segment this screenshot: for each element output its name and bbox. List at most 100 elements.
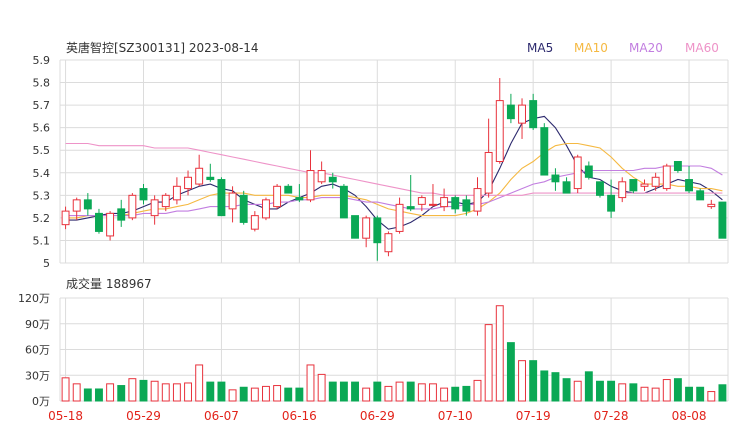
volume-bar — [384, 385, 393, 402]
volume-bar — [707, 391, 716, 402]
volume-bar — [172, 383, 181, 402]
candle — [551, 168, 560, 191]
candle — [685, 166, 693, 194]
candle — [362, 215, 371, 248]
candle — [718, 201, 727, 239]
candle-body — [351, 215, 359, 239]
volume-bar — [529, 360, 538, 402]
candle — [529, 93, 538, 130]
candle — [662, 163, 671, 191]
candle-body — [362, 217, 371, 239]
candle-body — [217, 179, 226, 217]
candle — [640, 179, 649, 191]
volume-bar — [72, 383, 81, 402]
candle — [195, 154, 204, 187]
candle — [351, 215, 359, 239]
candle — [395, 197, 404, 234]
candle-body — [239, 194, 248, 223]
date-label: 07-10 — [438, 409, 473, 423]
candle-body — [484, 151, 493, 194]
volume-bar — [95, 388, 103, 402]
volume-title: 成交量 188967 — [66, 276, 152, 291]
candle-body — [506, 104, 515, 120]
candle-body — [573, 156, 582, 190]
volume-bar — [551, 372, 560, 402]
chart-title: 英唐智控[SZ300131] 2023-08-14 — [66, 40, 259, 55]
candle — [139, 184, 148, 205]
candle-body — [328, 176, 337, 183]
volume-bar — [206, 381, 215, 402]
price-tick-label: 5.4 — [33, 167, 51, 180]
volume-bar — [629, 383, 638, 402]
volume-bar — [718, 384, 727, 402]
candle — [317, 161, 326, 185]
candle-body — [83, 199, 92, 210]
candle-body — [707, 203, 716, 208]
volume-bar — [596, 380, 604, 402]
candle — [228, 186, 237, 223]
candle — [596, 181, 604, 198]
volume-bar — [83, 388, 92, 402]
candle-body — [295, 197, 304, 201]
candle — [473, 177, 482, 216]
candle — [239, 190, 248, 225]
volume-tick-label: 30万 — [25, 369, 50, 382]
volume-bar — [573, 380, 582, 402]
date-label: 08-08 — [672, 409, 707, 423]
candle-body — [384, 233, 393, 253]
volume-bar — [61, 377, 70, 402]
date-label: 06-29 — [360, 409, 395, 423]
candle-body — [651, 176, 660, 187]
candle-body — [417, 197, 426, 205]
price-tick-label: 5.1 — [33, 234, 51, 247]
candle-body — [317, 170, 326, 183]
candle-body — [451, 197, 460, 210]
price-tick-label: 5.6 — [33, 122, 51, 135]
volume-grid — [59, 297, 729, 402]
candle-body — [273, 185, 282, 208]
volume-bar — [518, 360, 526, 402]
stock-chart: 英唐智控[SZ300131] 2023-08-14 MA5 MA10 MA20 MA6… — [18, 40, 729, 423]
volume-bar — [295, 387, 304, 402]
candle — [106, 211, 115, 241]
price-tick-label: 5.7 — [33, 99, 51, 112]
candle — [440, 188, 449, 212]
volume-bar — [685, 386, 693, 402]
candle-body — [195, 167, 204, 185]
volume-bar — [228, 389, 237, 402]
legend-item-ma5: MA5 — [527, 41, 553, 55]
volume-bar — [417, 383, 426, 402]
date-label: 06-07 — [204, 409, 239, 423]
candle — [306, 150, 315, 203]
candle-body — [540, 127, 549, 176]
candle — [540, 123, 549, 176]
candle-body — [673, 161, 682, 172]
candle-body — [161, 194, 170, 208]
candle — [506, 93, 515, 124]
candle-body — [529, 100, 538, 129]
volume-tick-label: 90万 — [25, 318, 50, 331]
volume-bar — [484, 324, 493, 402]
volume-bar — [651, 387, 660, 402]
price-tick-label: 5.9 — [33, 54, 51, 67]
volume-bar — [128, 378, 137, 402]
candle — [584, 161, 593, 180]
date-label: 06-16 — [282, 409, 317, 423]
candle-body — [696, 190, 705, 201]
price-tick-label: 5.8 — [33, 77, 51, 90]
candle-body — [172, 185, 181, 201]
volume-bars — [61, 305, 727, 402]
candle — [128, 193, 137, 221]
candle — [707, 199, 716, 209]
price-tick-label: 5.2 — [33, 212, 51, 225]
candle — [451, 195, 460, 214]
volume-bar — [440, 387, 449, 402]
legend-item-ma20: MA20 — [629, 41, 663, 55]
volume-bar — [317, 373, 326, 402]
candle-body — [406, 206, 415, 210]
candle-body — [306, 170, 315, 201]
candle-body — [117, 208, 126, 221]
candle — [673, 161, 682, 173]
volume-bar — [462, 385, 471, 402]
candle-body — [139, 188, 148, 201]
